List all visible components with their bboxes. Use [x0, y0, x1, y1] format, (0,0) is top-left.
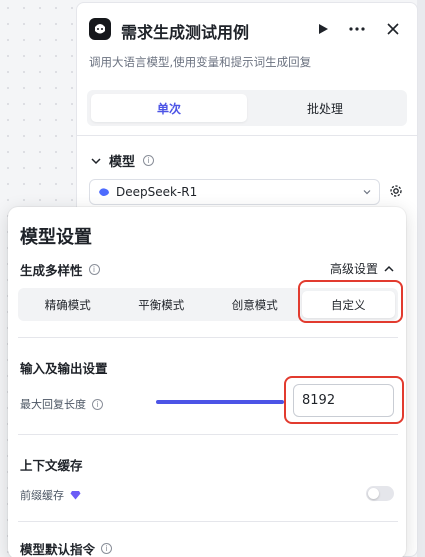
chevron-down-icon [91, 157, 101, 164]
selected-model-label: DeepSeek-R1 [116, 185, 198, 199]
panel-title: 需求生成测试用例 [121, 23, 250, 42]
info-icon: i [143, 155, 155, 166]
diversity-header: 生成多样性 i [20, 260, 100, 279]
mode-balanced[interactable]: 平衡模式 [115, 291, 209, 318]
more-icon[interactable] [347, 19, 367, 39]
prefix-cache-row: 前缀缓存 [20, 487, 81, 503]
advanced-settings-label: 高级设置 [329, 262, 378, 276]
diversity-label: 生成多样性 [20, 263, 83, 278]
max-reply-label: 最大回复长度 [20, 398, 86, 411]
tab-batch[interactable]: 批处理 [247, 94, 403, 122]
model-section-label: 模型 [109, 155, 136, 170]
info-icon: i [101, 543, 113, 554]
mode-precise[interactable]: 精确模式 [21, 291, 115, 318]
max-reply-slider[interactable] [156, 400, 284, 404]
section-divider [18, 521, 398, 522]
llm-node-icon [89, 18, 111, 40]
model-section-header[interactable]: 模型 i [91, 151, 155, 170]
io-settings-label: 输入及输出设置 [20, 361, 108, 376]
panel-header: 需求生成测试用例 [77, 3, 417, 57]
default-prompt-label: 模型默认指令 [20, 542, 96, 557]
prefix-cache-toggle[interactable] [366, 486, 394, 501]
chevron-down-icon [363, 190, 371, 195]
chevron-up-icon [384, 265, 394, 272]
panel-description: 调用大语言模型,使用变量和提示词生成回复 [89, 55, 312, 69]
model-select[interactable]: DeepSeek-R1 [89, 179, 380, 205]
prefix-cache-label: 前缀缓存 [20, 489, 64, 502]
highlight-box-custom-mode [298, 280, 403, 323]
context-cache-label: 上下文缓存 [20, 458, 83, 473]
info-icon: i [88, 264, 100, 275]
default-prompt-header: 模型默认指令 i [20, 539, 113, 557]
section-divider [18, 337, 398, 338]
mode-creative[interactable]: 创意模式 [208, 291, 302, 318]
run-icon[interactable] [313, 19, 333, 39]
info-icon: i [92, 398, 103, 410]
section-divider [18, 434, 398, 435]
diamond-premium-icon [70, 491, 81, 500]
run-mode-tabs: 单次 批处理 [87, 90, 407, 126]
tab-single[interactable]: 单次 [91, 94, 247, 122]
highlight-box-max-reply [284, 376, 404, 424]
close-icon[interactable] [383, 19, 403, 39]
gear-icon[interactable] [388, 183, 404, 199]
advanced-settings-toggle[interactable]: 高级设置 [330, 260, 394, 277]
max-reply-label-row: 最大回复长度 i [20, 396, 103, 412]
deepseek-logo-icon [99, 188, 109, 196]
right-scroll-rail [417, 0, 425, 557]
model-settings-title: 模型设置 [20, 227, 92, 248]
section-divider [77, 135, 417, 136]
